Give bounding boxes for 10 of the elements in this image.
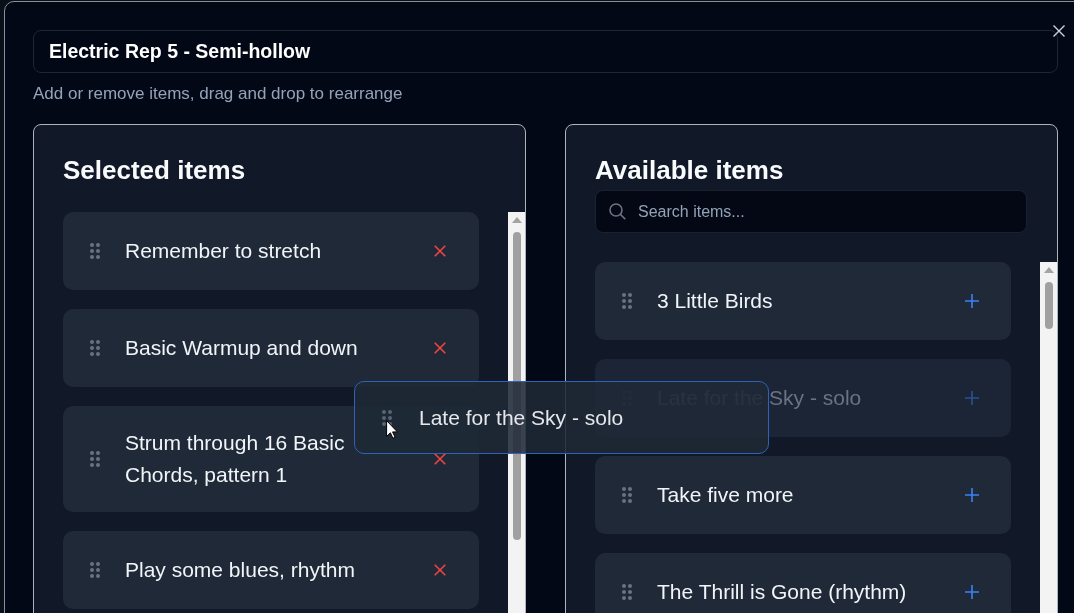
panel-title: Selected items [63, 154, 247, 186]
item-label: 3 Little Birds [657, 288, 773, 314]
item-label: Strum through 16 Basic Chords, pattern 1 [125, 430, 346, 488]
item-label: Play some blues, rhythm [125, 557, 355, 583]
dialog-subtitle: Add or remove items, drag and drop to rearrange [33, 83, 404, 105]
panel-title: Available items [595, 154, 785, 186]
item-label: Basic Warmup and down [125, 335, 358, 361]
item-label: Remember to stretch [125, 238, 322, 264]
item-label: Take five more [657, 482, 794, 508]
item-label: The Thrill is Gone (rhythm) [657, 579, 907, 605]
